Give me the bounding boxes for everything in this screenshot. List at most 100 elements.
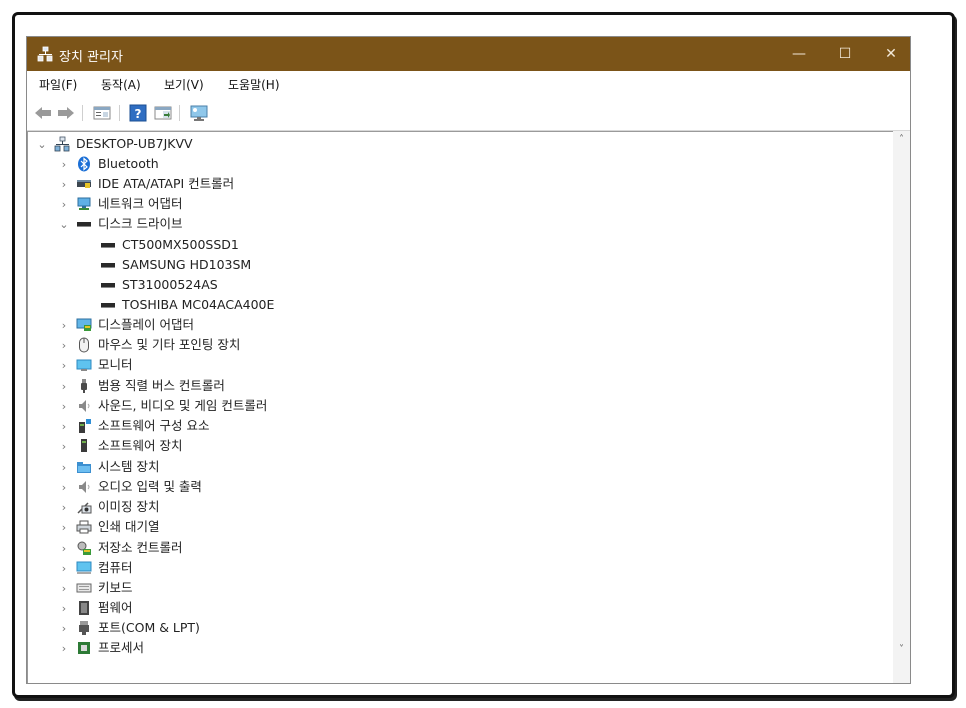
title-bar[interactable]: 장치 관리자 — ☐ ✕ [27, 37, 910, 71]
tree-node-processor[interactable]: › 프로세서 [58, 638, 144, 658]
tree-node-ports[interactable]: › 포트(COM & LPT) [58, 618, 200, 638]
disk-drive-icon [100, 277, 116, 293]
tree-leaf-disk[interactable]: ST31000524AS [100, 275, 218, 295]
computer-name: DESKTOP-UB7JKVV [76, 136, 193, 151]
tree-leaf-disk[interactable]: SAMSUNG HD103SM [100, 255, 251, 275]
maximize-button[interactable]: ☐ [822, 37, 868, 71]
tree-node-monitor[interactable]: › 모니터 [58, 355, 133, 375]
monitor-icon [76, 357, 92, 373]
chevron-right-icon[interactable]: › [58, 440, 70, 453]
chevron-right-icon[interactable]: › [58, 380, 70, 393]
firmware-icon [76, 600, 92, 616]
chevron-right-icon[interactable]: › [58, 501, 70, 514]
disk-drive-icon [100, 237, 116, 253]
monitor-scan-icon[interactable] [189, 103, 209, 123]
tree-node-computer[interactable]: › 컴퓨터 [58, 558, 133, 578]
svg-text:?: ? [135, 107, 142, 121]
tree-node-imaging[interactable]: › 이미징 장치 [58, 497, 160, 517]
chevron-right-icon[interactable]: › [58, 542, 70, 555]
scrollbar-thumb[interactable] [895, 149, 908, 583]
help-icon[interactable]: ? [128, 103, 148, 123]
chevron-right-icon[interactable]: › [58, 622, 70, 635]
chevron-down-icon[interactable]: ⌄ [36, 138, 48, 151]
processor-icon [76, 640, 92, 656]
view-icon[interactable] [153, 103, 173, 123]
device-tree[interactable]: ⌄ DESKTOP-UB7JKVV › Bluetooth › IDE ATA/… [27, 131, 893, 683]
usb-icon [76, 378, 92, 394]
vertical-scrollbar[interactable]: ˄ ˅ [893, 131, 910, 683]
tree-root[interactable]: ⌄ DESKTOP-UB7JKVV [36, 134, 193, 154]
storage-controller-icon [76, 540, 92, 556]
chevron-right-icon[interactable]: › [58, 319, 70, 332]
chevron-right-icon[interactable]: › [58, 602, 70, 615]
chevron-right-icon[interactable]: › [58, 158, 70, 171]
display-adapter-icon [76, 317, 92, 333]
tree-node-sound[interactable]: › 사운드, 비디오 및 게임 컨트롤러 [58, 396, 268, 416]
chevron-right-icon[interactable]: › [58, 582, 70, 595]
chevron-right-icon[interactable]: › [58, 562, 70, 575]
tree-node-software-device[interactable]: › 소프트웨어 장치 [58, 436, 183, 456]
tree-leaf-disk[interactable]: TOSHIBA MC04ACA400E [100, 295, 274, 315]
system-folder-icon [76, 459, 92, 475]
tree-leaf-disk[interactable]: CT500MX500SSD1 [100, 235, 239, 255]
port-icon [76, 620, 92, 636]
tree-node-software-component[interactable]: › 소프트웨어 구성 요소 [58, 416, 209, 436]
tree-node-system[interactable]: › 시스템 장치 [58, 457, 160, 477]
tree-node-mouse[interactable]: › 마우스 및 기타 포인팅 장치 [58, 335, 240, 355]
device-manager-icon [37, 46, 53, 62]
window-title: 장치 관리자 [59, 50, 123, 65]
tree-node-audio-io[interactable]: › 오디오 입력 및 출력 [58, 477, 202, 497]
toolbar: ? [27, 96, 910, 131]
tree-node-network[interactable]: › 네트워크 어댑터 [58, 194, 183, 214]
chevron-right-icon[interactable]: › [58, 198, 70, 211]
ide-controller-icon [76, 176, 92, 192]
speaker-icon [76, 398, 92, 414]
printer-icon [76, 519, 92, 535]
mouse-icon [76, 337, 92, 353]
menu-help[interactable]: 도움말(H) [228, 76, 280, 93]
minimize-button[interactable]: — [776, 37, 822, 71]
chevron-right-icon[interactable]: › [58, 420, 70, 433]
tree-node-print-queue[interactable]: › 인쇄 대기열 [58, 517, 160, 537]
tree-node-display-adapter[interactable]: › 디스플레이 어댑터 [58, 315, 194, 335]
chevron-right-icon[interactable]: › [58, 461, 70, 474]
chevron-down-icon[interactable]: ⌄ [58, 218, 70, 231]
tree-node-usb[interactable]: › 범용 직렬 버스 컨트롤러 [58, 376, 225, 396]
scroll-up-icon[interactable]: ˄ [893, 131, 910, 148]
tree-node-ide[interactable]: › IDE ATA/ATAPI 컨트롤러 [58, 174, 234, 194]
chevron-right-icon[interactable]: › [58, 521, 70, 534]
disk-drive-icon [100, 257, 116, 273]
properties-icon[interactable] [92, 103, 112, 123]
close-button[interactable]: ✕ [868, 37, 910, 71]
disk-drive-icon [76, 216, 92, 232]
tree-node-keyboard[interactable]: › 키보드 [58, 578, 133, 598]
audio-io-icon [76, 479, 92, 495]
menu-view[interactable]: 보기(V) [164, 76, 204, 93]
chevron-right-icon[interactable]: › [58, 642, 70, 655]
menu-bar: 파일(F) 동작(A) 보기(V) 도움말(H) [27, 71, 910, 96]
tree-node-firmware[interactable]: › 펌웨어 [58, 598, 133, 618]
tree-node-storage-controller[interactable]: › 저장소 컨트롤러 [58, 538, 182, 558]
network-adapter-icon [76, 196, 92, 212]
back-arrow-icon[interactable] [33, 103, 53, 123]
chevron-right-icon[interactable]: › [58, 400, 70, 413]
chevron-right-icon[interactable]: › [58, 359, 70, 372]
tree-node-bluetooth[interactable]: › Bluetooth [58, 154, 159, 174]
bluetooth-icon [76, 156, 92, 172]
computer-network-icon [54, 136, 70, 152]
camera-icon [76, 499, 92, 515]
forward-arrow-icon[interactable] [56, 103, 76, 123]
software-device-icon [76, 438, 92, 454]
keyboard-icon [76, 580, 92, 596]
computer-icon [76, 560, 92, 576]
disk-drive-icon [100, 297, 116, 313]
menu-file[interactable]: 파일(F) [39, 76, 77, 93]
software-component-icon [76, 418, 92, 434]
chevron-right-icon[interactable]: › [58, 339, 70, 352]
scroll-down-icon[interactable]: ˅ [893, 641, 910, 658]
chevron-right-icon[interactable]: › [58, 178, 70, 191]
menu-action[interactable]: 동작(A) [101, 76, 141, 93]
tree-node-disk-drives[interactable]: ⌄ 디스크 드라이브 [58, 214, 182, 234]
device-manager-window: 장치 관리자 — ☐ ✕ 파일(F) 동작(A) 보기(V) 도움말(H) ? [26, 36, 911, 684]
chevron-right-icon[interactable]: › [58, 481, 70, 494]
